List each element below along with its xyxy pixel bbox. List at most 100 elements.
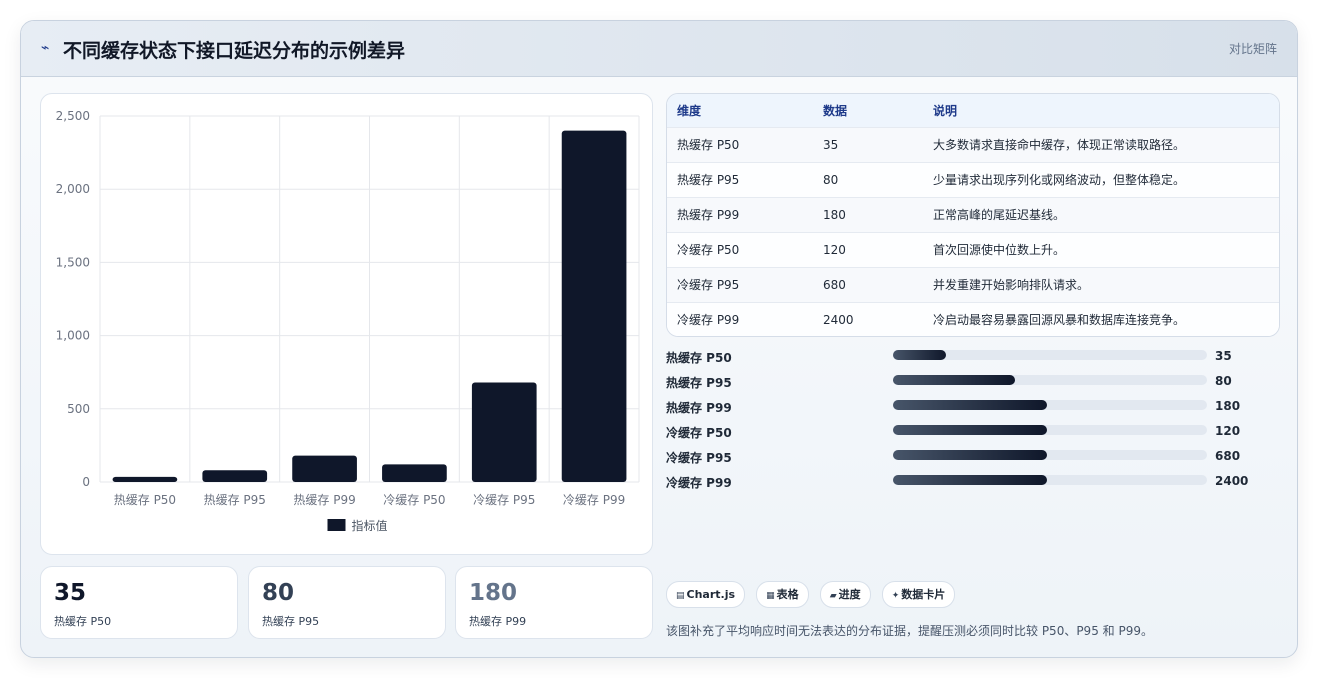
- progress-row: 冷缓存 P50 120: [666, 422, 1278, 447]
- chip-data-cards[interactable]: ✦ 数据卡片: [881, 581, 956, 608]
- data-table: 维度 数据 说明 热缓存 P50 35 大多数请求直接命中缓存，体现正常读取路径…: [666, 93, 1280, 337]
- stat-card: 35 热缓存 P50: [40, 566, 238, 639]
- bar: [202, 470, 268, 482]
- progress-row: 热缓存 P99 180: [666, 397, 1278, 422]
- stat-label: 热缓存 P99: [469, 615, 527, 628]
- progress-value: 120: [1215, 424, 1241, 438]
- table-cell-description: 正常高峰的尾延迟基线。: [933, 208, 1066, 222]
- stat-value: 180: [469, 580, 518, 606]
- progress-track: [893, 425, 1207, 435]
- y-tick-label: 2,000: [56, 182, 90, 196]
- table-cell-dimension: 冷缓存 P99: [677, 313, 740, 328]
- table-cell-dimension: 热缓存 P99: [677, 208, 740, 222]
- table-cell-description: 首次回源使中位数上升。: [933, 243, 1066, 257]
- stat-label: 热缓存 P95: [262, 615, 320, 628]
- stat-value: 80: [262, 580, 295, 606]
- x-tick-label: 热缓存 P50: [114, 493, 176, 507]
- lightning-icon: ⌁: [41, 40, 50, 56]
- chip-label: 数据卡片: [901, 588, 946, 601]
- table-header-description: 说明: [933, 103, 958, 118]
- progress-track: [893, 450, 1207, 460]
- y-tick-label: 1,500: [56, 255, 90, 269]
- chip-chartjs[interactable]: ▤ Chart.js: [666, 581, 746, 608]
- y-tick-label: 500: [67, 402, 90, 416]
- table-cell-description: 冷启动最容易暴露回源风暴和数据库连接竞争。: [933, 313, 1186, 328]
- table-cell-value: 35: [823, 137, 839, 152]
- x-tick-label: 热缓存 P99: [293, 493, 355, 507]
- progress-fill: [893, 425, 1047, 435]
- stat-value: 35: [54, 580, 87, 606]
- table-row: 热缓存 P95 80 少量请求出现序列化或网络波动，但整体稳定。: [667, 162, 1279, 197]
- progress-label: 冷缓存 P95: [666, 451, 732, 465]
- card-header: ⌁ 不同缓存状态下接口延迟分布的示例差异 对比矩阵: [21, 21, 1297, 77]
- table-row: 热缓存 P50 35 大多数请求直接命中缓存，体现正常读取路径。: [667, 127, 1279, 162]
- table-row: 热缓存 P99 180 正常高峰的尾延迟基线。: [667, 197, 1279, 232]
- progress-track: [893, 375, 1207, 385]
- stat-card: 80 热缓存 P95: [248, 566, 446, 639]
- footer-note: 该图补充了平均响应时间无法表达的分布证据，提醒压测必须同时比较 P50、P95 …: [666, 624, 1153, 638]
- table-cell-value: 680: [823, 277, 846, 292]
- y-tick-label: 2,500: [56, 109, 90, 123]
- comparison-card: ⌁ 不同缓存状态下接口延迟分布的示例差异 对比矩阵 0 500 1,000 1,500…: [20, 20, 1298, 658]
- progress-row: 冷缓存 P95 680: [666, 447, 1278, 472]
- progress-row: 热缓存 P50 35: [666, 347, 1278, 372]
- table-cell-dimension: 热缓存 P50: [677, 138, 740, 152]
- progress-label: 冷缓存 P99: [666, 476, 732, 490]
- bar: [561, 130, 627, 482]
- matrix-tag: 对比矩阵: [1228, 42, 1277, 56]
- x-tick-label: 热缓存 P95: [204, 493, 266, 507]
- table-cell-value: 180: [823, 207, 846, 222]
- progress-value: 680: [1215, 449, 1241, 463]
- progress-fill: [893, 450, 1047, 460]
- bar: [382, 464, 447, 482]
- chip-label: 进度: [838, 588, 861, 601]
- progress-list: 热缓存 P50 35 热缓存 P95 80 热缓存 P99 180 冷缓存 P5…: [666, 347, 1278, 497]
- chip-table[interactable]: ▦ 表格: [756, 581, 809, 608]
- progress-value: 35: [1215, 349, 1232, 363]
- progress-value: 80: [1215, 374, 1232, 388]
- y-tick-label: 0: [82, 475, 90, 489]
- stat-label: 热缓存 P50: [54, 615, 112, 628]
- table-header-dimension: 维度: [677, 103, 702, 118]
- progress-icon: ▰: [829, 591, 837, 601]
- legend-swatch: [327, 519, 346, 531]
- x-tick-label: 冷缓存 P50: [383, 493, 445, 507]
- table-cell-dimension: 冷缓存 P95: [677, 278, 740, 292]
- chip-progress[interactable]: ▰ 进度: [819, 581, 871, 608]
- progress-track: [893, 400, 1207, 410]
- table-header-row: 维度 数据 说明: [667, 94, 1279, 127]
- latency-bar-chart: 0 500 1,000 1,500 2,000 2,500 热缓存 P50 热缓存 P95 热缓…: [56, 109, 640, 533]
- sparkle-icon: ✦: [891, 591, 900, 601]
- feature-chips: ▤ Chart.js ▦ 表格 ▰ 进度 ✦ 数据卡片: [666, 581, 961, 608]
- table-cell-value: 80: [823, 172, 839, 187]
- table-cell-dimension: 热缓存 P95: [677, 173, 740, 187]
- card-title: 不同缓存状态下接口延迟分布的示例差异: [63, 40, 406, 62]
- table-cell-value: 120: [823, 242, 846, 257]
- table-icon: ▦: [766, 591, 775, 601]
- y-tick-label: 1,000: [56, 329, 90, 343]
- chip-label: Chart.js: [686, 588, 736, 601]
- table-cell-description: 大多数请求直接命中缓存，体现正常读取路径。: [933, 138, 1186, 152]
- progress-label: 热缓存 P50: [666, 351, 732, 365]
- table-cell-dimension: 冷缓存 P50: [677, 243, 740, 257]
- table-cell-value: 2400: [823, 312, 854, 327]
- progress-track: [893, 350, 1207, 360]
- chip-label: 表格: [776, 588, 799, 601]
- table-cell-description: 并发重建开始影响排队请求。: [933, 278, 1090, 292]
- x-tick-label: 冷缓存 P95: [473, 493, 535, 507]
- progress-row: 冷缓存 P99 2400: [666, 472, 1278, 497]
- table-row: 冷缓存 P99 2400 冷启动最容易暴露回源风暴和数据库连接竞争。: [667, 302, 1279, 336]
- table-row: 冷缓存 P95 680 并发重建开始影响排队请求。: [667, 267, 1279, 302]
- legend-label: 指标值: [352, 518, 388, 533]
- table-header-data: 数据: [823, 103, 848, 118]
- progress-fill: [893, 350, 947, 360]
- bar: [471, 382, 537, 482]
- bar: [292, 455, 357, 482]
- progress-label: 热缓存 P95: [666, 376, 732, 390]
- chart-icon: ▤: [676, 591, 685, 601]
- x-tick-label: 冷缓存 P99: [563, 493, 625, 507]
- progress-row: 热缓存 P95 80: [666, 372, 1278, 397]
- bar: [112, 476, 178, 482]
- progress-fill: [893, 400, 1047, 410]
- table-cell-description: 少量请求出现序列化或网络波动，但整体稳定。: [933, 173, 1186, 187]
